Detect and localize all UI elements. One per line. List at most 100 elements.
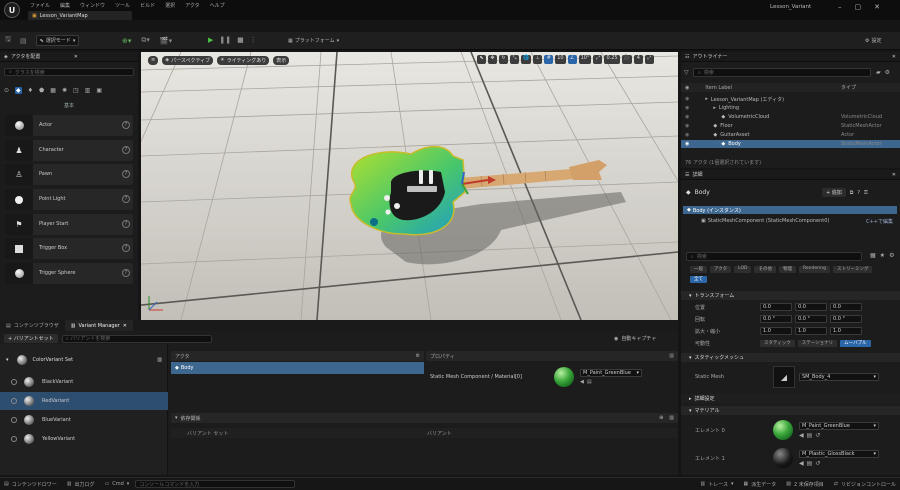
dependency-column-variant[interactable]: バリアント — [427, 430, 452, 437]
maximize-viewport-icon[interactable]: ⤢ — [644, 55, 654, 64]
filter-chip[interactable]: 物理 — [778, 266, 796, 273]
location-x-field[interactable]: 0.0 — [760, 303, 792, 311]
place-actors-search[interactable]: ⌕ クラスを検索 — [4, 68, 134, 76]
component-root[interactable]: ◆ Body (インスタンス) — [683, 206, 897, 214]
mobility-stationary[interactable]: ステーショナリ — [797, 340, 838, 347]
mobility-static[interactable]: スタティック — [760, 340, 795, 347]
variant-actor-row[interactable]: ◆ Body — [171, 362, 424, 374]
move-tool-icon[interactable]: ✥ — [488, 55, 497, 64]
component-static-mesh[interactable]: ▣ StaticMeshComponent (StaticMeshCompone… — [683, 215, 897, 227]
grid-snap-value[interactable]: 10 — [555, 55, 566, 64]
outliner-search[interactable]: ⌕ 検索 — [693, 68, 871, 77]
stop-icon[interactable]: ■ — [237, 36, 244, 44]
rotation-y-field[interactable]: 0.0 ° — [795, 315, 827, 323]
camera-speed-icon[interactable]: 🎥 — [621, 55, 632, 64]
scale-z-field[interactable]: 1.0 — [830, 327, 862, 335]
output-log-button[interactable]: ▥ 出力ログ — [67, 481, 95, 488]
place-item-pawn[interactable]: ♙ Pawn ? — [5, 164, 133, 185]
console-input[interactable]: コンソールコマンドを入力 — [135, 480, 296, 488]
tab-content-browser[interactable]: ▤ コンテンツブラウザ — [0, 320, 65, 331]
pause-icon[interactable]: ❚❚ — [219, 36, 231, 44]
details-search[interactable]: ⌕ 検索 — [686, 252, 862, 261]
filter-chip[interactable]: ストリーミング — [832, 266, 873, 273]
material-element-0-select[interactable]: M_Paint_GreenBlue ▾ — [799, 421, 879, 430]
scale-snap-value[interactable]: 0.25 — [604, 55, 620, 64]
scale-tool-icon[interactable]: ⤡ — [510, 55, 519, 64]
rotation-snap-icon[interactable]: ∠ — [567, 55, 577, 64]
arrow-left-icon[interactable]: ◀ — [799, 432, 804, 439]
mode-select[interactable]: ⬉ 選択モード ▾ — [35, 35, 80, 46]
surface-snap-icon[interactable]: ⊥ — [533, 55, 543, 64]
location-z-field[interactable]: 0.0 — [830, 303, 862, 311]
outliner-row[interactable]: ◉ ▸ Lesson_VariantMap (エディタ) — [681, 95, 900, 103]
close-icon[interactable]: ✕ — [74, 54, 78, 60]
arrow-left-icon[interactable]: ◀ — [799, 460, 804, 467]
all-classes-icon[interactable]: ▥ — [85, 87, 91, 94]
trace-button[interactable]: ▥ トレース ▾ — [701, 481, 734, 488]
outliner-row[interactable]: ◉ ▸ Lighting — [681, 104, 900, 112]
gear-icon[interactable]: ⚙ — [416, 353, 420, 359]
rotate-tool-icon[interactable]: ↻ — [499, 55, 508, 64]
menu-select[interactable]: 選択 — [165, 2, 175, 9]
close-icon[interactable]: ✕ — [123, 323, 127, 329]
variant-row[interactable]: YellowVariant — [0, 430, 168, 448]
close-icon[interactable]: ✕ — [874, 3, 880, 11]
help-icon[interactable]: ? — [122, 146, 130, 154]
cinematic-icon[interactable]: ▦ — [50, 87, 56, 94]
perspective-button[interactable]: ◈ パースペクティブ — [162, 55, 214, 65]
place-item-point-light[interactable]: Point Light ? — [5, 189, 133, 210]
visibility-icon[interactable]: ◉ — [685, 114, 689, 120]
menu-tools[interactable]: ツール — [115, 2, 130, 9]
select-tool-icon[interactable]: ⬉ — [477, 55, 486, 64]
help-icon[interactable]: ? — [122, 195, 130, 203]
blueprint-icon[interactable]: ⧉ — [850, 190, 854, 196]
radio-icon[interactable] — [11, 398, 17, 404]
close-icon[interactable]: ✕ — [892, 172, 896, 178]
menu-file[interactable]: ファイル — [30, 2, 50, 9]
filter-chip[interactable]: アクタ — [710, 266, 732, 273]
material-element-1-select[interactable]: M_Plastic_GlossBlack ▾ — [799, 449, 879, 458]
rotation-z-field[interactable]: 0.0 ° — [830, 315, 862, 323]
browse-icon[interactable]: ▤ — [807, 460, 813, 467]
save-icon[interactable]: 🖫 — [5, 35, 11, 46]
column-type[interactable]: タイプ — [841, 84, 856, 91]
settings-icon[interactable]: ⚙ — [885, 69, 890, 76]
rotation-x-field[interactable]: 0.0 ° — [760, 315, 792, 323]
close-icon[interactable]: ✕ — [892, 54, 896, 60]
add-variant-set-button[interactable]: + バリアントセット — [4, 334, 58, 343]
basic-icon[interactable]: ◆ — [15, 87, 22, 94]
scale-x-field[interactable]: 1.0 — [760, 327, 792, 335]
help-icon[interactable]: ? — [122, 244, 130, 252]
unsaved-button[interactable]: ▧ 2 未保存項目 — [786, 481, 824, 488]
filter-chip[interactable]: LOD — [734, 266, 752, 273]
outliner-row[interactable]: ◉ ◆ GuitarAsset Actor — [681, 131, 900, 139]
recent-icon[interactable]: ⊙ — [4, 87, 9, 94]
help-icon[interactable]: ? — [122, 121, 130, 129]
material-sphere-icon[interactable] — [773, 420, 793, 440]
place-item-trigger-sphere[interactable]: Trigger Sphere ? — [5, 263, 133, 284]
filter-chip[interactable]: Rendering — [798, 266, 830, 273]
variant-set-row[interactable]: ▾ ColorVariant Set ▥ — [0, 351, 168, 369]
grid-icon[interactable]: ▣ — [96, 87, 102, 94]
arrow-left-icon[interactable]: ◀ — [580, 379, 584, 385]
content-drawer-button[interactable]: ▤ コンテンツドロワー — [4, 481, 57, 488]
add-icon[interactable]: ⊕ — [659, 415, 663, 421]
visibility-icon[interactable]: ◉ — [685, 96, 689, 102]
reset-icon[interactable]: ↺ — [815, 432, 820, 439]
browse-icon[interactable]: ▤ — [807, 432, 813, 439]
play-options-icon[interactable]: ⋮ — [250, 36, 257, 44]
radio-icon[interactable] — [11, 436, 17, 442]
cmd-select[interactable]: ▭ Cmd ▾ — [105, 481, 130, 487]
variant-search[interactable]: ⌕ バリアントを検索 — [61, 334, 212, 343]
level-tab[interactable]: ▣ Lesson_VariantMap — [28, 11, 132, 20]
section-transform[interactable]: ▾ トランスフォーム — [681, 291, 900, 300]
visibility-icon[interactable]: ◉ — [685, 141, 689, 147]
variant-row[interactable]: BlackVariant — [0, 373, 168, 391]
content-icon[interactable]: ▤ — [20, 37, 27, 45]
column-item-label[interactable]: Item Label — [705, 85, 731, 91]
material-sphere-icon[interactable] — [554, 367, 574, 387]
help-icon[interactable]: ? — [122, 269, 130, 277]
material-sphere-icon[interactable] — [773, 448, 793, 468]
maximize-icon[interactable]: ▢ — [855, 3, 862, 11]
visual-effects-icon[interactable]: ✺ — [62, 87, 67, 94]
